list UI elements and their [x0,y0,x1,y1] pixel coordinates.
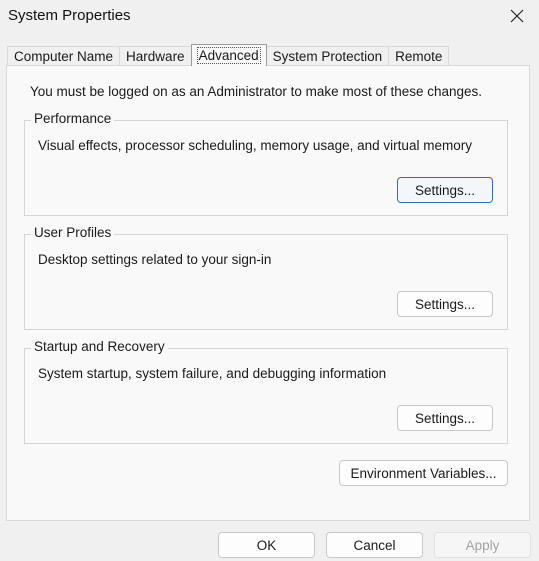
close-button[interactable] [495,0,539,32]
advanced-tab-panel: You must be logged on as an Administrato… [6,65,530,521]
performance-group: Performance Visual effects, processor sc… [24,111,508,216]
user-profiles-settings-button[interactable]: Settings... [397,291,493,317]
startup-recovery-description: System startup, system failure, and debu… [38,366,387,381]
close-icon [510,9,524,23]
user-profiles-label: User Profiles [31,225,115,240]
tab-computer-name[interactable]: Computer Name [7,46,121,66]
performance-label: Performance [31,111,115,126]
startup-recovery-group: Startup and Recovery System startup, sys… [24,339,508,444]
tab-system-protection[interactable]: System Protection [265,46,390,66]
environment-variables-button[interactable]: Environment Variables... [339,460,508,486]
startup-recovery-settings-button[interactable]: Settings... [397,405,493,431]
tab-remote[interactable]: Remote [388,46,450,66]
tab-strip: Computer Name Hardware Advanced System P… [7,44,450,66]
cancel-button[interactable]: Cancel [326,532,423,558]
startup-recovery-label: Startup and Recovery [31,339,168,354]
title-bar: System Properties [0,0,539,34]
window-title: System Properties [8,7,131,24]
tab-hardware[interactable]: Hardware [119,46,192,66]
admin-note: You must be logged on as an Administrato… [30,84,483,99]
ok-button[interactable]: OK [218,532,315,558]
apply-button[interactable]: Apply [434,532,531,558]
performance-description: Visual effects, processor scheduling, me… [38,138,472,153]
user-profiles-description: Desktop settings related to your sign-in [38,252,272,267]
performance-settings-button[interactable]: Settings... [397,177,493,203]
tab-advanced[interactable]: Advanced [190,44,267,66]
user-profiles-group: User Profiles Desktop settings related t… [24,225,508,330]
